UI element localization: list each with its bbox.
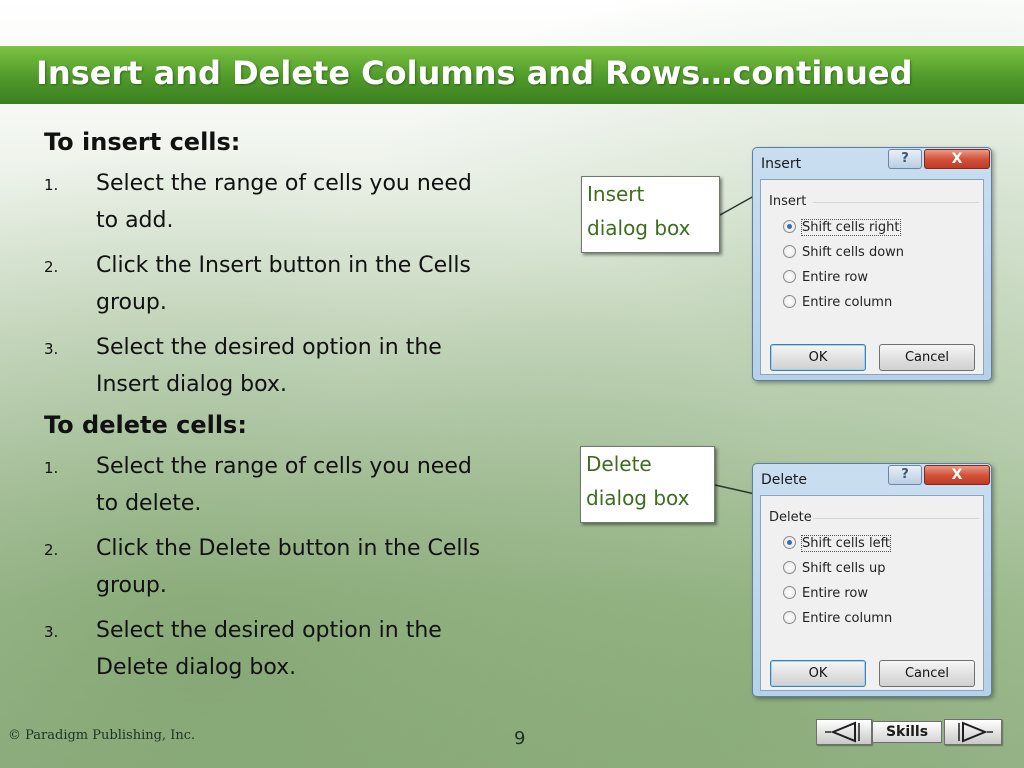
option-label: Entire column xyxy=(802,295,893,310)
option-entire-row[interactable]: Entire row xyxy=(783,270,868,290)
callout-text-line: dialog box xyxy=(586,486,690,510)
page-number: 9 xyxy=(514,728,526,749)
cancel-button[interactable]: Cancel xyxy=(879,344,975,371)
option-shift-cells-up[interactable]: Shift cells up xyxy=(783,561,885,581)
option-shift-cells-left[interactable]: Shift cells left xyxy=(783,535,892,556)
ok-button[interactable]: OK xyxy=(770,660,866,687)
insert-callout: Insert dialog box xyxy=(581,176,720,253)
option-shift-cells-right[interactable]: Shift cells right xyxy=(783,219,901,240)
delete-callout: Delete dialog box xyxy=(580,446,715,523)
group-divider xyxy=(813,202,979,203)
callout-text-line: dialog box xyxy=(587,216,691,240)
insert-dialog: Insert ? X Insert Shift cells right Shif… xyxy=(752,147,992,381)
option-entire-row[interactable]: Entire row xyxy=(783,586,868,606)
insert-callout-line xyxy=(719,195,755,216)
radio-icon[interactable] xyxy=(783,245,796,258)
option-label: Entire row xyxy=(802,270,868,285)
callout-text-line: Delete xyxy=(586,452,652,476)
next-button[interactable] xyxy=(944,719,1002,745)
group-divider xyxy=(813,518,979,519)
skills-button[interactable]: Skills xyxy=(872,721,942,743)
dialog-title: Insert xyxy=(761,156,802,172)
radio-icon[interactable] xyxy=(783,270,796,283)
delete-dialog: Delete ? X Delete Shift cells left Shift… xyxy=(752,463,992,697)
radio-selected-icon[interactable] xyxy=(783,220,796,233)
copyright-text: © Paradigm Publishing, Inc. xyxy=(8,728,196,743)
callout-text-line: Insert xyxy=(587,182,645,206)
close-icon[interactable]: X xyxy=(924,465,990,485)
group-label: Delete xyxy=(769,510,812,525)
dialog-body: Delete Shift cells left Shift cells up E… xyxy=(760,495,984,691)
option-entire-column[interactable]: Entire column xyxy=(783,611,892,631)
delete-callout-line xyxy=(714,484,756,495)
option-entire-column[interactable]: Entire column xyxy=(783,295,892,315)
option-label: Shift cells right xyxy=(801,219,901,236)
right-triangle-icon xyxy=(958,721,993,743)
left-triangle-icon xyxy=(825,721,860,743)
close-icon[interactable]: X xyxy=(924,149,990,169)
option-label: Shift cells up xyxy=(802,561,886,576)
radio-icon[interactable] xyxy=(783,295,796,308)
previous-button[interactable] xyxy=(816,719,872,745)
help-icon[interactable]: ? xyxy=(888,149,922,169)
slide-navigation: Skills xyxy=(816,719,1002,745)
option-label: Shift cells left xyxy=(800,535,892,552)
ok-button[interactable]: OK xyxy=(770,344,866,371)
option-shift-cells-down[interactable]: Shift cells down xyxy=(783,245,904,265)
option-label: Shift cells down xyxy=(802,245,905,260)
option-label: Entire row xyxy=(802,586,868,601)
cancel-button[interactable]: Cancel xyxy=(879,660,975,687)
dialog-body: Insert Shift cells right Shift cells dow… xyxy=(760,179,984,375)
help-icon[interactable]: ? xyxy=(888,465,922,485)
dialog-title: Delete xyxy=(761,472,807,488)
radio-icon[interactable] xyxy=(783,586,796,599)
group-label: Insert xyxy=(769,194,807,209)
option-label: Entire column xyxy=(802,611,893,626)
radio-icon[interactable] xyxy=(783,611,796,624)
radio-selected-icon[interactable] xyxy=(783,536,796,549)
radio-icon[interactable] xyxy=(783,561,796,574)
